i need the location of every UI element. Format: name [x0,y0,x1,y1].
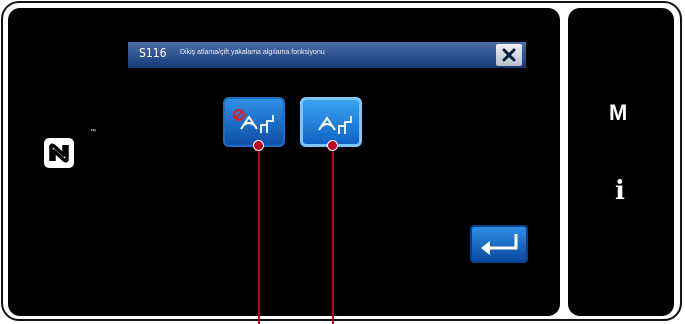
dialog-title: Dikiş atlama/çift yakalama algılama fonk… [180,49,325,56]
callout-marker-right [327,140,338,151]
detection-disabled-icon [233,109,274,133]
menu-button[interactable]: M [609,100,627,126]
detection-enabled-icon [318,116,352,134]
nfc-icon [44,138,74,168]
detection-off-button[interactable] [223,97,285,147]
close-icon [502,48,516,62]
trademark-symbol: ™ [90,129,96,135]
side-screen [568,8,674,316]
info-button[interactable]: i [615,176,625,206]
callout-marker-left [253,140,264,151]
enter-icon [481,234,518,255]
close-button[interactable] [496,44,522,66]
screen-code: S116 [139,46,167,60]
callout-line-right [332,145,334,324]
callout-line-left [258,145,260,324]
enter-button[interactable] [470,225,528,263]
